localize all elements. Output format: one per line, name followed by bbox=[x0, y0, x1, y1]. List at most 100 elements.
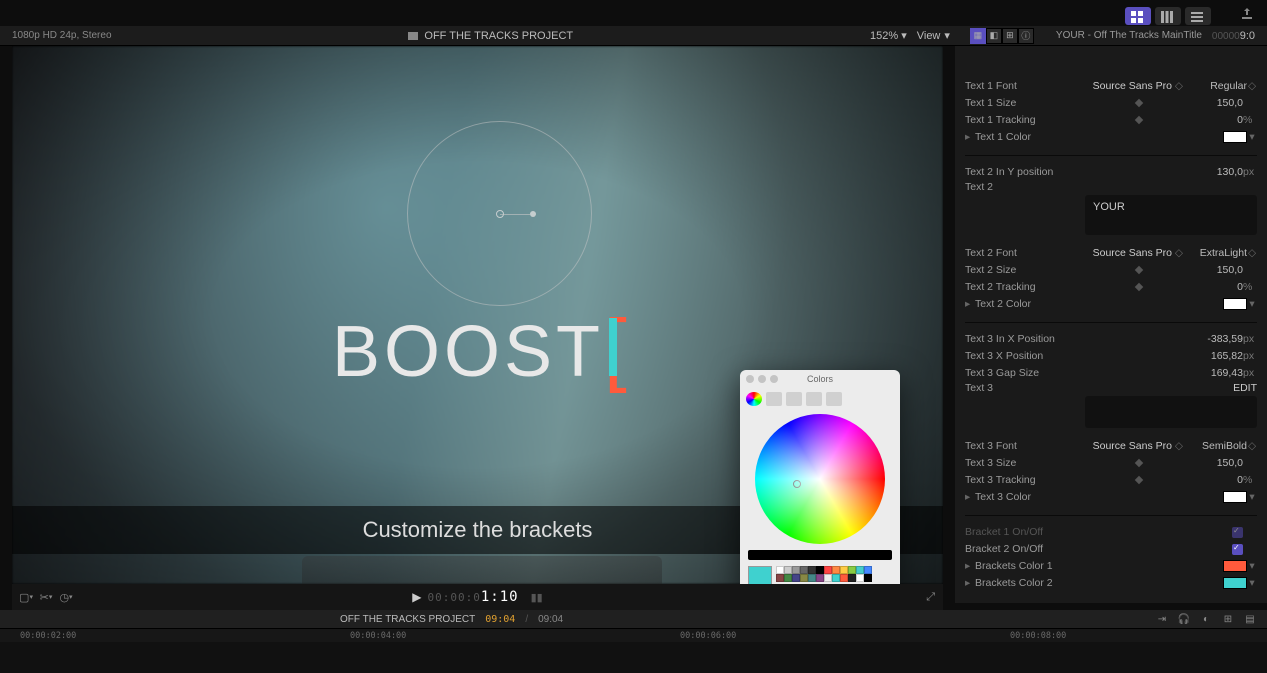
title-preview: BOOST [ bbox=[332, 311, 617, 393]
text3-tracking-value[interactable]: 0 bbox=[1187, 474, 1243, 486]
color-dropdown-icon[interactable]: ▾ bbox=[1247, 131, 1257, 143]
color-palettes-mode[interactable] bbox=[786, 392, 802, 406]
text2-style-dropdown[interactable]: ExtraLight bbox=[1189, 247, 1247, 259]
bracket2-checkbox[interactable] bbox=[1232, 544, 1243, 555]
text3-text-field[interactable] bbox=[1085, 396, 1257, 428]
disclosure-triangle[interactable]: ▸ bbox=[965, 298, 973, 310]
loop-indicator[interactable]: ▮▮ bbox=[531, 591, 543, 604]
text3-size-value[interactable]: 150,0 bbox=[1187, 457, 1243, 469]
slider-thumb-icon[interactable] bbox=[1135, 116, 1143, 124]
disclosure-triangle[interactable]: ▸ bbox=[965, 491, 973, 503]
text3-size-label: Text 3 Size bbox=[965, 457, 1085, 469]
text2-ypos-label: Text 2 In Y position bbox=[965, 166, 1085, 178]
inspector-tab-info[interactable]: ⓘ bbox=[1018, 28, 1034, 44]
text2-font-dropdown[interactable]: Source Sans Pro ◇ bbox=[1085, 247, 1189, 259]
disclosure-triangle[interactable]: ▸ bbox=[965, 131, 973, 143]
text1-color-well[interactable] bbox=[1223, 131, 1247, 143]
text3-gap-value[interactable]: 169,43 bbox=[1187, 367, 1243, 379]
brackets-color1-well[interactable] bbox=[1223, 560, 1247, 572]
transform-tool[interactable]: ▢▾ bbox=[20, 591, 32, 603]
bracket1-checkbox[interactable] bbox=[1232, 527, 1243, 538]
control-radius-handle[interactable] bbox=[530, 211, 536, 217]
color-sliders-mode[interactable] bbox=[766, 392, 782, 406]
inspector-tab-text[interactable]: ⊞ bbox=[1002, 28, 1018, 44]
text1-size-value[interactable]: 150,0 bbox=[1187, 97, 1243, 109]
retime-tool[interactable]: ◷▾ bbox=[60, 591, 72, 603]
color-picker-titlebar[interactable]: Colors bbox=[740, 370, 900, 388]
text3-x-value[interactable]: 165,82 bbox=[1187, 350, 1243, 362]
brackets-color1-label: Brackets Color 1 bbox=[975, 560, 1087, 572]
text1-tracking-label: Text 1 Tracking bbox=[965, 114, 1085, 126]
color-pencils-mode[interactable] bbox=[826, 392, 842, 406]
text2-group: Text 2 In Y position 130,0 px Text 2 YOU… bbox=[965, 164, 1257, 312]
slider-thumb-icon[interactable] bbox=[1135, 266, 1143, 274]
slider-thumb-icon[interactable] bbox=[1135, 476, 1143, 484]
inspector-tab-video[interactable]: ▦ bbox=[970, 28, 986, 44]
layout-columns-button[interactable] bbox=[1155, 7, 1181, 25]
current-color-swatch[interactable] bbox=[748, 566, 772, 586]
solo-toggle[interactable]: ◐ bbox=[1199, 612, 1213, 626]
zoom-dropdown[interactable]: 152% ▾ bbox=[870, 29, 907, 42]
slider-thumb-icon[interactable] bbox=[1135, 459, 1143, 467]
layout-grid-button[interactable] bbox=[1125, 7, 1151, 25]
color-dropdown-icon[interactable]: ▾ bbox=[1247, 560, 1257, 572]
ruler-tick: 00:00:08:00 bbox=[1010, 631, 1066, 641]
text2-tracking-label: Text 2 Tracking bbox=[965, 281, 1085, 293]
text1-style-dropdown[interactable]: Regular bbox=[1189, 80, 1247, 92]
timeline-body[interactable] bbox=[0, 642, 1267, 673]
control-radius-line bbox=[500, 214, 530, 215]
chevron-down-icon: ◇ bbox=[1247, 247, 1257, 259]
slider-thumb-icon[interactable] bbox=[1135, 283, 1143, 291]
disclosure-triangle[interactable]: ▸ bbox=[965, 560, 973, 572]
index-button[interactable]: ▤ bbox=[1243, 612, 1257, 626]
color-wheel-mode[interactable] bbox=[746, 392, 762, 406]
color-palette[interactable] bbox=[776, 566, 872, 582]
audio-skim-toggle[interactable]: 🎧 bbox=[1177, 612, 1191, 626]
text2-ypos-value[interactable]: 130,0 bbox=[1187, 166, 1243, 178]
disclosure-triangle[interactable]: ▸ bbox=[965, 577, 973, 589]
transport-timecode: 00:00:01:10 bbox=[428, 589, 519, 605]
text3-x-label: Text 3 X Position bbox=[965, 350, 1085, 362]
text1-font-dropdown[interactable]: Source Sans Pro ◇ bbox=[1085, 80, 1189, 92]
color-picker-window[interactable]: Colors bbox=[740, 370, 900, 594]
video-icon: ▦ bbox=[974, 30, 983, 41]
text2-tracking-value[interactable]: 0 bbox=[1187, 281, 1243, 293]
ruler-tick: 00:00:06:00 bbox=[680, 631, 736, 641]
text3-inx-value[interactable]: -383,59 bbox=[1187, 333, 1243, 345]
chevron-down-icon: ▾ bbox=[901, 30, 907, 42]
fullscreen-button[interactable]: ⤢ bbox=[926, 591, 935, 604]
text1-group: Text 1 Font Source Sans Pro ◇ Regular ◇ … bbox=[965, 78, 1257, 145]
text2-size-value[interactable]: 150,0 bbox=[1187, 264, 1243, 276]
brightness-slider[interactable] bbox=[748, 550, 892, 560]
snap-toggle[interactable]: ⊞ bbox=[1221, 612, 1235, 626]
text3-color-well[interactable] bbox=[1223, 491, 1247, 503]
color-wheel[interactable] bbox=[755, 414, 885, 544]
text1-tracking-value[interactable]: 0 bbox=[1187, 114, 1243, 126]
skimming-toggle[interactable]: ⇥ bbox=[1155, 612, 1169, 626]
brackets-group: Bracket 1 On/Off Bracket 2 On/Off ▸ Brac… bbox=[965, 524, 1257, 591]
color-dropdown-icon[interactable]: ▾ bbox=[1247, 491, 1257, 503]
divider bbox=[965, 515, 1257, 516]
text-icon: ⊞ bbox=[1006, 30, 1014, 41]
inspector-panel: Text 1 Font Source Sans Pro ◇ Regular ◇ … bbox=[955, 46, 1267, 603]
brackets-color2-well[interactable] bbox=[1223, 577, 1247, 589]
view-dropdown[interactable]: View ▾ bbox=[917, 29, 950, 42]
color-image-mode[interactable] bbox=[806, 392, 822, 406]
color-dropdown-icon[interactable]: ▾ bbox=[1247, 577, 1257, 589]
text3-font-dropdown[interactable]: Source Sans Pro ◇ bbox=[1085, 440, 1189, 452]
inspector-tab-generator[interactable]: ◧ bbox=[986, 28, 1002, 44]
layout-list-button[interactable] bbox=[1185, 7, 1211, 25]
text2-text-field[interactable]: YOUR bbox=[1085, 195, 1257, 235]
text2-color-well[interactable] bbox=[1223, 298, 1247, 310]
timeline-tools: ⇥ 🎧 ◐ ⊞ ▤ bbox=[1155, 612, 1257, 626]
play-button[interactable]: ▶ bbox=[412, 590, 421, 604]
onscreen-control-circle[interactable] bbox=[407, 121, 592, 306]
timeline-ruler[interactable]: 00:00:02:00 00:00:04:00 00:00:06:00 00:0… bbox=[0, 628, 1267, 642]
share-button[interactable] bbox=[1235, 4, 1259, 27]
text3-style-dropdown[interactable]: SemiBold bbox=[1189, 440, 1247, 452]
ruler-tick: 00:00:02:00 bbox=[20, 631, 76, 641]
color-wheel-cursor[interactable] bbox=[793, 480, 801, 488]
color-tool[interactable]: ✂▾ bbox=[40, 591, 52, 603]
slider-thumb-icon[interactable] bbox=[1135, 99, 1143, 107]
color-dropdown-icon[interactable]: ▾ bbox=[1247, 298, 1257, 310]
